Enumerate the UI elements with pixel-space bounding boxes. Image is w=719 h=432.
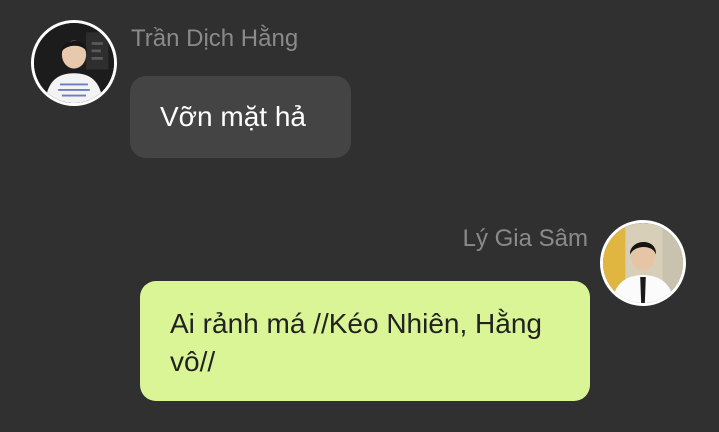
message-text: Vỡn mặt hả	[160, 101, 306, 132]
message-bubble-incoming[interactable]: Vỡn mặt hả	[130, 76, 351, 158]
user-avatar-icon	[603, 223, 683, 303]
user-avatar-icon	[34, 23, 114, 103]
sender-name: Lý Gia Sâm	[462, 225, 588, 252]
message-bubble-outgoing[interactable]: Ai rảnh má //Kéo Nhiên, Hằng vô//	[140, 281, 590, 401]
sender-avatar-2[interactable]	[600, 220, 686, 306]
message-text: Ai rảnh má //Kéo Nhiên, Hằng vô//	[170, 308, 542, 377]
sender-name: Trần Dịch Hằng	[131, 25, 299, 52]
sender-avatar-1[interactable]	[31, 20, 117, 106]
